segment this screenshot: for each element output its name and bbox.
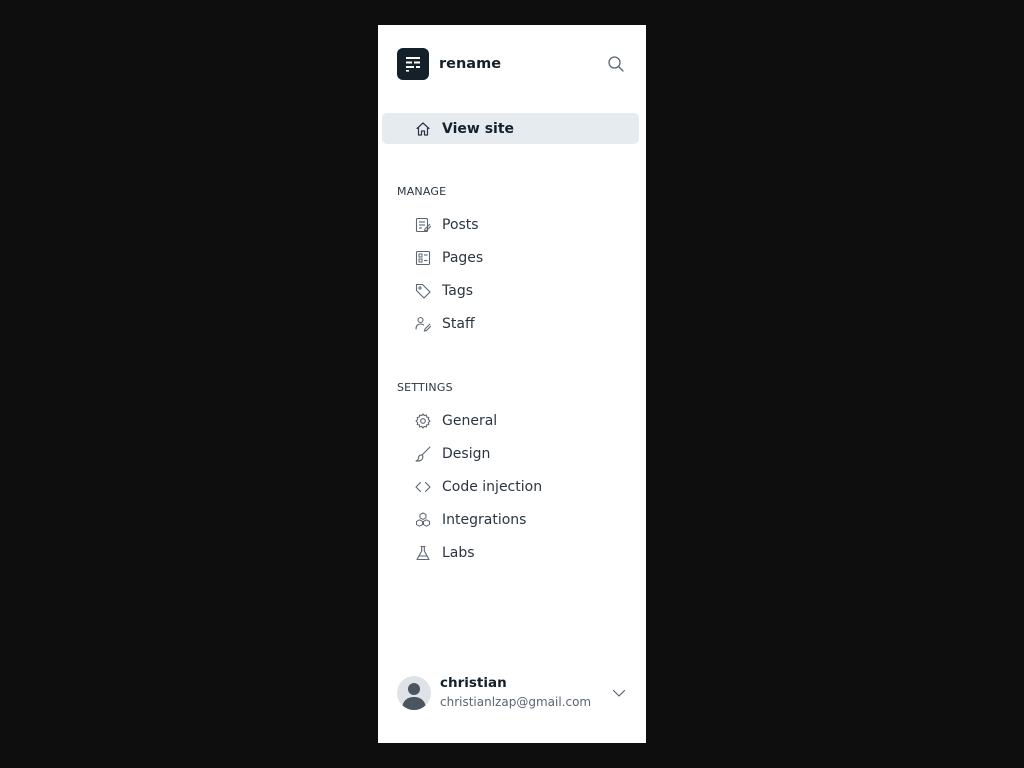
tag-icon (414, 282, 432, 300)
nav-item-labs[interactable]: Labs (382, 536, 639, 569)
nav-item-label: Staff (442, 315, 475, 332)
user-email: christianlzap@gmail.com (440, 695, 592, 709)
code-icon (414, 478, 432, 496)
home-icon (414, 120, 432, 138)
search-button[interactable] (605, 53, 627, 75)
nav-item-label: Tags (442, 282, 473, 299)
nav-item-label: General (442, 412, 498, 429)
logo-icon (406, 57, 420, 72)
nav-item-label: Pages (442, 249, 484, 266)
user-avatar-icon (402, 683, 426, 710)
nav-item-label: Code injection (442, 478, 543, 495)
site-name[interactable]: rename (439, 56, 605, 72)
nav-item-label: Integrations (442, 511, 527, 528)
manage-nav: Posts Pages Tags Staff (382, 208, 639, 340)
staff-icon (414, 315, 432, 333)
user-name: christian (440, 675, 507, 691)
search-icon (608, 56, 624, 72)
pages-icon (414, 249, 432, 267)
site-logo[interactable] (397, 48, 429, 80)
integrations-icon (414, 511, 432, 529)
flask-icon (414, 544, 432, 562)
nav-item-integrations[interactable]: Integrations (382, 503, 639, 536)
user-menu-toggle[interactable] (611, 685, 627, 701)
nav-item-tags[interactable]: Tags (382, 274, 639, 307)
nav-item-staff[interactable]: Staff (382, 307, 639, 340)
nav-item-code-injection[interactable]: Code injection (382, 470, 639, 503)
posts-icon (414, 216, 432, 234)
nav-item-label: Design (442, 445, 491, 462)
sidebar-header: rename (397, 48, 627, 80)
nav-item-posts[interactable]: Posts (382, 208, 639, 241)
nav-item-label: Posts (442, 216, 479, 233)
manage-section-title: MANAGE (397, 185, 447, 198)
nav-item-design[interactable]: Design (382, 437, 639, 470)
gear-icon (414, 412, 432, 430)
view-site-link[interactable]: View site (382, 113, 639, 144)
settings-section-title: SETTINGS (397, 381, 453, 394)
view-site-label: View site (442, 120, 515, 137)
user-menu[interactable]: christian christianlzap@gmail.com (397, 675, 627, 711)
brush-icon (414, 445, 432, 463)
avatar (397, 676, 431, 710)
nav-item-label: Labs (442, 544, 475, 561)
chevron-down-icon (612, 689, 626, 697)
nav-item-general[interactable]: General (382, 404, 639, 437)
nav-item-pages[interactable]: Pages (382, 241, 639, 274)
user-info: christian christianlzap@gmail.com (440, 675, 611, 711)
sidebar: rename View site MANAGE Posts Pages Tags… (378, 25, 646, 743)
settings-nav: General Design Code injection Integratio… (382, 404, 639, 569)
